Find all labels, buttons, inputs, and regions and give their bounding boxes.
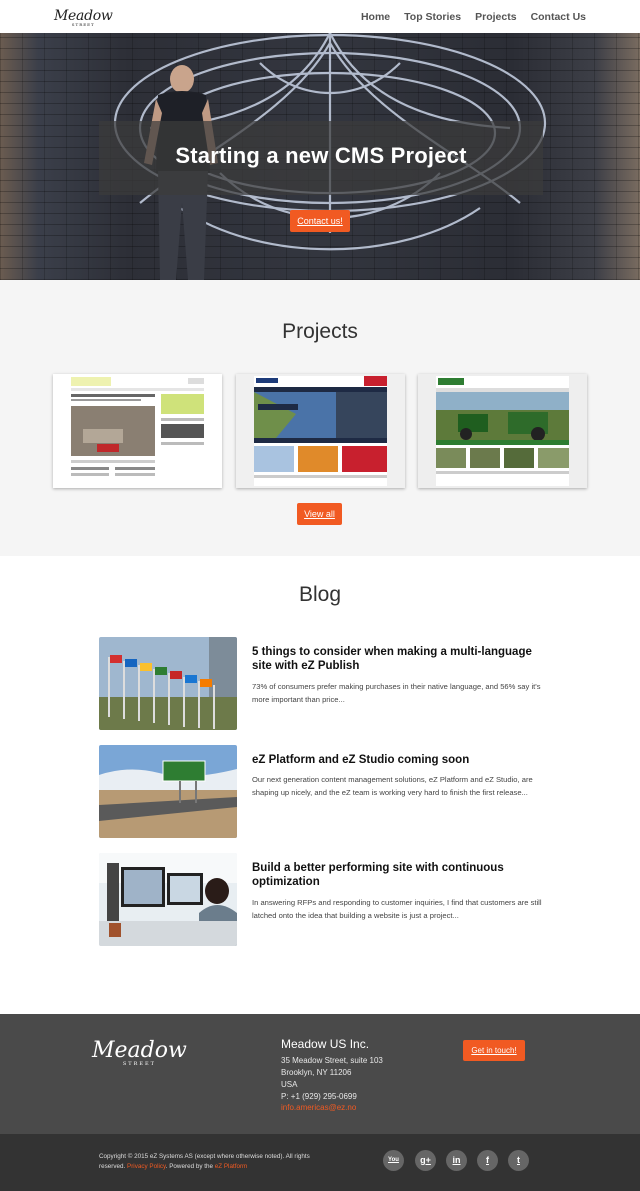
linkedin-icon[interactable]: in [446, 1150, 467, 1171]
address-country: USA [281, 1080, 298, 1089]
footer-logo[interactable]: Meadow STREET [92, 1038, 187, 1067]
google-plus-icon[interactable]: g+ [415, 1150, 436, 1171]
nav-home[interactable]: Home [361, 11, 390, 23]
bottom-bar: Copyright © 2015 eZ Systems AS (except w… [0, 1134, 640, 1191]
blog-post-title[interactable]: 5 things to consider when making a multi… [252, 645, 542, 673]
footer: Meadow STREET Meadow US Inc. 35 Meadow S… [0, 1014, 640, 1134]
blog-heading: Blog [298, 583, 342, 606]
get-in-touch-button[interactable]: Get in touch! [463, 1040, 525, 1061]
blog-post-excerpt: Our next generation content management s… [252, 775, 533, 797]
nav-top-stories[interactable]: Top Stories [404, 11, 461, 23]
site-logo[interactable]: Meadow STREET [54, 8, 113, 27]
ez-platform-link[interactable]: eZ Platform [215, 1163, 248, 1170]
blog-post[interactable]: 5 things to consider when making a multi… [99, 637, 541, 732]
blog-post-image[interactable] [99, 853, 237, 946]
address-line-2: Brooklyn, NY 11206 [281, 1068, 352, 1077]
twitter-icon[interactable]: t [508, 1150, 529, 1171]
blog-post-image[interactable] [99, 637, 237, 730]
blog-post-excerpt: 73% of consumers prefer making purchases… [252, 682, 541, 704]
address-line-1: 35 Meadow Street, suite 103 [281, 1056, 383, 1065]
privacy-policy-link[interactable]: Privacy Policy [127, 1163, 166, 1170]
hero-banner: Starting a new CMS Project Contact us! [0, 33, 640, 280]
blog-post[interactable]: Build a better performing site with cont… [99, 853, 542, 948]
email-link[interactable]: info.americas@ez.no [281, 1103, 356, 1112]
facebook-icon[interactable]: f [477, 1150, 498, 1171]
projects-heading: Projects [282, 320, 358, 343]
blog-post[interactable]: eZ Platform and eZ Studio coming soon Ou… [99, 745, 541, 840]
copyright-text: Copyright © 2015 eZ Systems AS (except w… [99, 1152, 319, 1172]
powered-prefix: . Powered by the [165, 1163, 213, 1170]
blog-post-title[interactable]: eZ Platform and eZ Studio coming soon [252, 753, 542, 767]
phone-number: P: +1 (929) 295-0699 [281, 1092, 357, 1101]
youtube-icon[interactable]: You [383, 1150, 404, 1171]
project-thumbnail[interactable] [236, 374, 405, 488]
project-thumbnail[interactable] [418, 374, 587, 488]
nav-contact-us[interactable]: Contact Us [531, 11, 586, 23]
blog-post-title[interactable]: Build a better performing site with cont… [252, 861, 542, 889]
hero-title: Starting a new CMS Project [175, 143, 467, 168]
nav-projects[interactable]: Projects [475, 11, 516, 23]
view-all-button[interactable]: View all [297, 503, 342, 525]
blog-post-excerpt: In answering RFPs and responding to cust… [252, 898, 542, 920]
footer-logo-text: Meadow [92, 1038, 187, 1063]
company-name: Meadow US Inc. [281, 1037, 370, 1051]
top-nav: Meadow STREET Home Top Stories Projects … [0, 0, 640, 33]
project-thumbnail[interactable] [53, 374, 222, 488]
projects-section: Projects View all [0, 280, 640, 556]
nav-links: Home Top Stories Projects Contact Us [361, 11, 586, 23]
blog-post-image[interactable] [99, 745, 237, 838]
contact-us-button[interactable]: Contact us! [290, 210, 350, 232]
